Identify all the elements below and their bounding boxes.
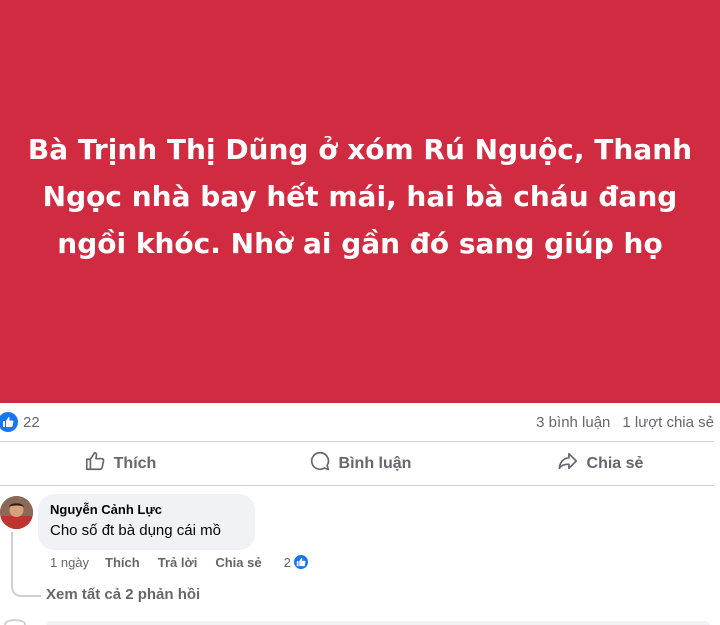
post-actions: Thích Bình luận Chia sẻ — [0, 442, 720, 485]
reaction-count: 22 — [23, 413, 40, 431]
like-button-label: Thích — [113, 454, 157, 472]
comment-icon — [309, 450, 331, 477]
comment-bubble: Nguyễn Cảnh Lực Cho số đt bà dụng cái mồ — [38, 494, 255, 550]
comment-share-button[interactable]: Chia sẻ — [215, 555, 261, 570]
avatar[interactable] — [0, 496, 33, 529]
comment-reaction-count: 2 — [283, 554, 291, 570]
reactions-summary[interactable]: 22 — [0, 412, 40, 432]
comment-text: Cho số đt bà dụng cái mồ — [50, 522, 221, 539]
comment-like-button[interactable]: Thích — [105, 555, 140, 570]
post-banner: Bà Trịnh Thị Dũng ở xóm Rú Nguộc, Thanh … — [0, 0, 720, 403]
comment-age[interactable]: 1 ngày — [50, 555, 89, 570]
next-comment-avatar — [4, 619, 26, 625]
like-button[interactable]: Thích — [0, 450, 240, 477]
like-icon — [0, 412, 18, 432]
share-icon — [557, 450, 579, 477]
like-icon — [291, 553, 310, 571]
comment-reply-button[interactable]: Trả lời — [158, 555, 198, 570]
share-button-label: Chia sẻ — [586, 454, 644, 472]
comment-author[interactable]: Nguyễn Cảnh Lực — [50, 502, 243, 517]
thumbs-up-icon — [84, 450, 106, 477]
view-replies-link[interactable]: Xem tất cả 2 phản hồi — [46, 586, 200, 603]
divider — [0, 485, 714, 486]
comment-button-label: Bình luận — [338, 454, 412, 472]
share-count-link[interactable]: 1 lượt chia sẻ — [622, 414, 714, 431]
comment-meta: 1 ngày Thích Trả lời Chia sẻ 2 — [50, 553, 328, 571]
comment-reactions[interactable]: 2 — [284, 553, 328, 571]
share-button[interactable]: Chia sẻ — [480, 450, 720, 477]
post-stats: 22 3 bình luận 1 lượt chia sẻ — [0, 403, 720, 441]
post-text: Bà Trịnh Thị Dũng ở xóm Rú Nguộc, Thanh … — [27, 133, 693, 260]
next-comment-bubble — [46, 621, 710, 625]
comment-count-link[interactable]: 3 bình luận — [536, 414, 610, 431]
reply-thread-line — [11, 532, 41, 597]
comment-button[interactable]: Bình luận — [240, 450, 480, 477]
